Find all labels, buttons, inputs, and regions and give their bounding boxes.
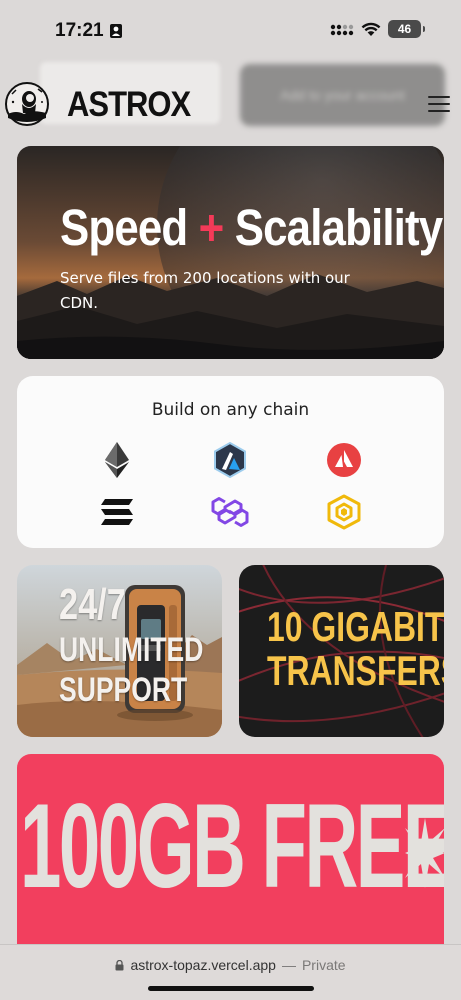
hero-title: Speed + Scalability bbox=[60, 198, 443, 257]
free-storage-text: 100GB FREE bbox=[20, 779, 444, 913]
private-label: Private bbox=[301, 957, 346, 973]
status-indicators: 46 bbox=[330, 20, 425, 38]
battery-level: 46 bbox=[397, 22, 412, 36]
free-storage-banner: 100GB FREE bbox=[17, 754, 444, 954]
support-line-2: UNLIMITED bbox=[59, 631, 204, 669]
polygon-icon[interactable] bbox=[210, 492, 250, 532]
hero-title-speed: Speed bbox=[60, 199, 188, 256]
battery-icon: 46 bbox=[388, 20, 425, 38]
support-line-1: 24/7 bbox=[59, 580, 126, 629]
hero-title-plus: + bbox=[198, 199, 225, 256]
support-text: 24/7 UNLIMITED SUPPORT bbox=[59, 583, 203, 713]
transfers-text: 10 GIGABIT TRANSFERS bbox=[267, 603, 444, 695]
solana-icon[interactable] bbox=[97, 492, 137, 532]
url-text: astrox-topaz.vercel.app bbox=[130, 957, 276, 973]
transfers-line-2: TRANSFERS bbox=[267, 647, 444, 695]
hamburger-menu-icon[interactable] bbox=[428, 96, 450, 112]
account-button-label: Add to your account bbox=[280, 87, 405, 103]
hero-card: Speed + Scalability Serve files from 200… bbox=[17, 146, 444, 359]
support-card: 24/7 UNLIMITED SUPPORT bbox=[17, 565, 222, 737]
status-time: 17:21 bbox=[55, 20, 104, 41]
avalanche-icon[interactable] bbox=[324, 440, 364, 480]
home-indicator[interactable] bbox=[148, 986, 314, 991]
focus-mode-icon bbox=[109, 24, 122, 38]
hero-subtitle: Serve files from 200 locations with our … bbox=[60, 269, 350, 312]
site-header: Add to your account ASTROX bbox=[0, 62, 461, 142]
url-display[interactable]: astrox-topaz.vercel.app — Private bbox=[0, 957, 461, 973]
support-line-3: SUPPORT bbox=[59, 671, 188, 709]
account-button[interactable]: Add to your account bbox=[240, 64, 445, 126]
astronaut-logo-icon[interactable] bbox=[2, 80, 52, 130]
browser-url-bar[interactable]: astrox-topaz.vercel.app — Private bbox=[0, 944, 461, 1000]
transfers-line-1: 10 GIGABIT bbox=[267, 603, 444, 650]
starburst-icon bbox=[405, 818, 445, 888]
chains-title: Build on any chain bbox=[151, 400, 310, 420]
hero-title-scalability: Scalability bbox=[234, 199, 443, 256]
arbitrum-icon[interactable] bbox=[210, 440, 250, 480]
logo-text[interactable]: ASTROX bbox=[67, 84, 191, 125]
wifi-icon bbox=[361, 22, 381, 36]
status-time-group: 17:21 bbox=[55, 20, 123, 42]
url-separator: — bbox=[281, 957, 296, 973]
cellular-signal-icon bbox=[330, 24, 354, 36]
chains-card: Build on any chain bbox=[17, 376, 444, 548]
ethereum-icon[interactable] bbox=[97, 440, 137, 480]
lock-icon bbox=[115, 959, 124, 970]
transfers-card: 10 GIGABIT TRANSFERS bbox=[239, 565, 444, 737]
status-bar: 17:21 46 bbox=[0, 0, 461, 62]
bnb-icon[interactable] bbox=[324, 492, 364, 532]
